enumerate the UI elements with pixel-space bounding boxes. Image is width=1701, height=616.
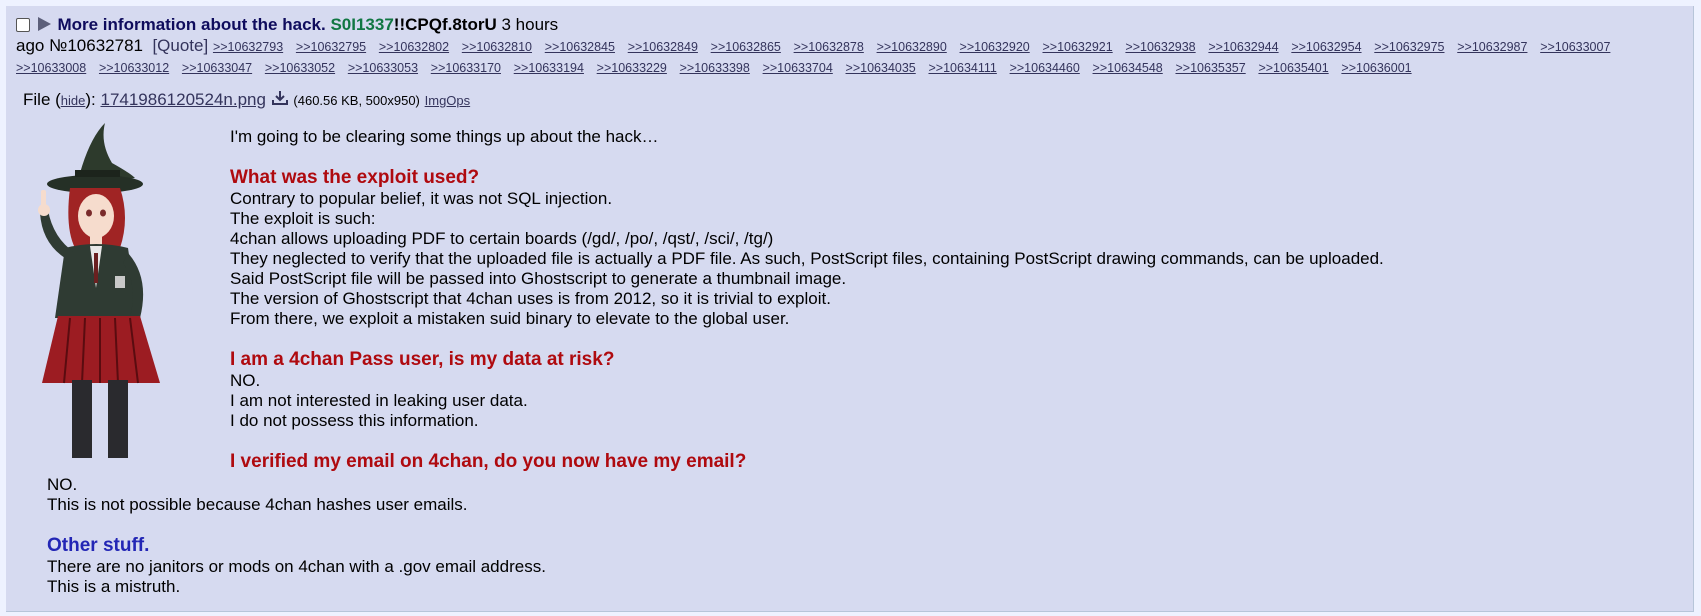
post-message-part1: I'm going to be clearing some things up …: [230, 127, 1670, 473]
intro-text: I'm going to be clearing some things up …: [230, 127, 659, 146]
backlink[interactable]: >>10632810: [462, 40, 532, 54]
backlinks: >>10632793 >>10632795 >>10632802 >>10632…: [16, 36, 1618, 77]
backlink[interactable]: >>10633007: [1540, 40, 1610, 54]
post-time-a: 3 hours: [501, 15, 559, 34]
backlink[interactable]: >>10632921: [1042, 40, 1112, 54]
post-subject: More information about the hack.: [57, 15, 326, 34]
body-line: There are no janitors or mods on 4chan w…: [47, 557, 546, 576]
post-reply: More information about the hack. S0I1337…: [6, 6, 1694, 612]
post-select-checkbox[interactable]: [16, 18, 30, 32]
backlink[interactable]: >>10633047: [182, 61, 252, 75]
body-line: They neglected to verify that the upload…: [230, 249, 1384, 268]
backlink[interactable]: >>10633704: [763, 61, 833, 75]
backlink[interactable]: >>10632938: [1125, 40, 1195, 54]
body-line: From there, we exploit a mistaken suid b…: [230, 309, 790, 328]
imgops-link[interactable]: ImgOps: [425, 93, 471, 108]
backlink[interactable]: >>10634460: [1010, 61, 1080, 75]
body-line: NO.: [230, 371, 261, 390]
backlink[interactable]: >>10633012: [99, 61, 169, 75]
file-info: File (hide): 1741986120524n.png (460.56 …: [23, 90, 470, 110]
file-details: (460.56 KB, 500x950): [293, 93, 420, 108]
heading-email: I verified my email on 4chan, do you now…: [230, 451, 747, 472]
backlink[interactable]: >>10632975: [1374, 40, 1444, 54]
body-line: The version of Ghostscript that 4chan us…: [230, 289, 831, 308]
body-line: I am not interested in leaking user data…: [230, 391, 528, 410]
backlink[interactable]: >>10632920: [960, 40, 1030, 54]
backlink[interactable]: >>10632802: [379, 40, 449, 54]
backlink[interactable]: >>10632987: [1457, 40, 1527, 54]
hide-file-link[interactable]: hide: [61, 93, 86, 108]
backlink[interactable]: >>10633170: [431, 61, 501, 75]
body-line: This is not possible because 4chan hashe…: [47, 495, 468, 514]
post-message-part2: NO. This is not possible because 4chan h…: [47, 475, 1647, 597]
backlink[interactable]: >>10632849: [628, 40, 698, 54]
heading-pass-user: I am a 4chan Pass user, is my data at ri…: [230, 349, 615, 370]
body-line: Contrary to popular belief, it was not S…: [230, 189, 613, 208]
poster-name: S0I1337: [330, 15, 394, 34]
body-line: 4chan allows uploading PDF to certain bo…: [230, 229, 774, 248]
backlink[interactable]: >>10634035: [846, 61, 916, 75]
backlink[interactable]: >>10632865: [711, 40, 781, 54]
backlink[interactable]: >>10633053: [348, 61, 418, 75]
backlink[interactable]: >>10633194: [514, 61, 584, 75]
heading-other-stuff: Other stuff.: [47, 535, 150, 556]
backlink[interactable]: >>10633229: [597, 61, 667, 75]
backlink[interactable]: >>10633008: [16, 61, 86, 75]
backlink[interactable]: >>10632954: [1291, 40, 1361, 54]
body-line: The exploit is such:: [230, 209, 376, 228]
backlink[interactable]: >>10635357: [1175, 61, 1245, 75]
backlink[interactable]: >>10635401: [1258, 61, 1328, 75]
post-menu-arrow-icon[interactable]: [37, 17, 51, 31]
post-number[interactable]: №10632781: [49, 36, 143, 55]
body-line: NO.: [47, 475, 78, 494]
download-icon[interactable]: [271, 90, 294, 109]
backlink[interactable]: >>10632944: [1208, 40, 1278, 54]
backlink[interactable]: >>10634111: [928, 61, 996, 75]
post-header: More information about the hack. S0I1337…: [16, 15, 1686, 79]
quote-link[interactable]: [Quote]: [152, 36, 208, 55]
backlink[interactable]: >>10636001: [1341, 61, 1411, 75]
post-time-b: ago: [16, 35, 45, 55]
body-line: I do not possess this information.: [230, 411, 479, 430]
backlink[interactable]: >>10632795: [296, 40, 366, 54]
backlink[interactable]: >>10634548: [1093, 61, 1163, 75]
backlink[interactable]: >>10632793: [213, 40, 283, 54]
backlink[interactable]: >>10633398: [680, 61, 750, 75]
file-name-link[interactable]: 1741986120524n.png: [100, 90, 265, 109]
heading-exploit: What was the exploit used?: [230, 167, 480, 188]
backlink[interactable]: >>10632878: [794, 40, 864, 54]
backlink[interactable]: >>10632845: [545, 40, 615, 54]
body-line: This is a mistruth.: [47, 577, 181, 596]
file-label: File (: [23, 90, 61, 109]
body-line: Said PostScript file will be passed into…: [230, 269, 847, 288]
post-thumbnail-image[interactable]: [20, 118, 205, 458]
backlink[interactable]: >>10632890: [877, 40, 947, 54]
backlink[interactable]: >>10633052: [265, 61, 335, 75]
poster-tripcode: !!CPQf.8torU: [393, 15, 497, 34]
file-label-close: ):: [85, 90, 96, 109]
